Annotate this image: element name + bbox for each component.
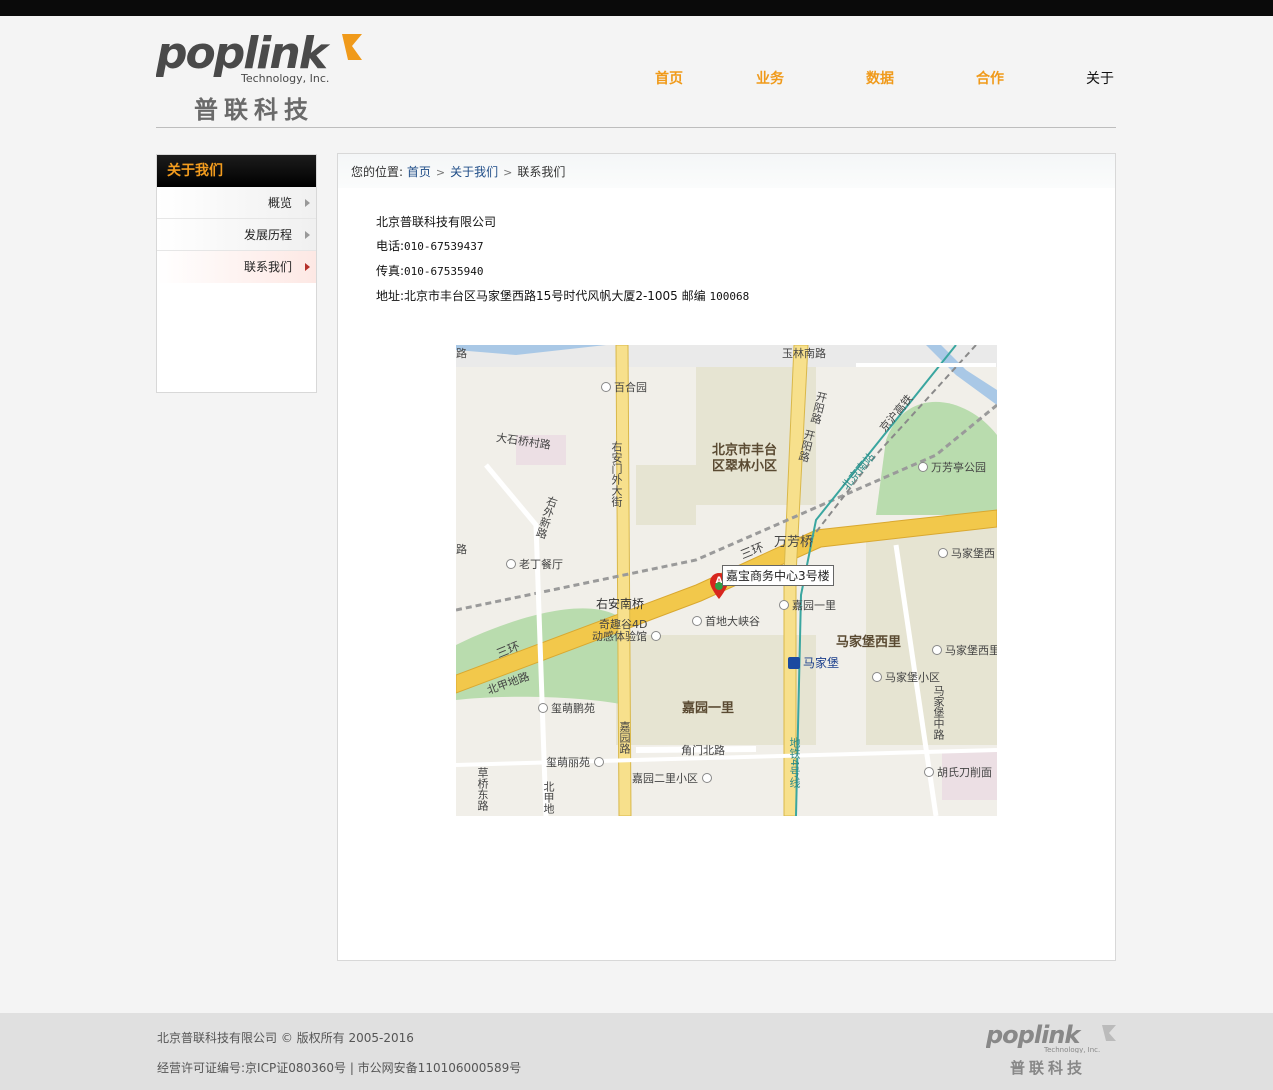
phone-number: 010-67539437	[404, 240, 484, 253]
map-label: 马家堡小区	[872, 669, 940, 685]
fax-line: 传真:010-67535940	[376, 264, 484, 278]
map-label: 右安南桥	[596, 597, 645, 611]
fax-number: 010-67535940	[404, 265, 484, 278]
address-text: 北京市丰台区马家堡西路15号时代风帆大厦2-1005	[404, 289, 678, 303]
caret-right-icon	[305, 263, 310, 271]
nav-business[interactable]: 业务	[756, 68, 784, 88]
sidebar-item-label: 发展历程	[243, 228, 292, 242]
main-content: 您的位置: 首页 > 关于我们 > 联系我们 北京普联科技有限公司 电话:010-675…	[337, 153, 1116, 961]
chevron-right-icon: >	[503, 166, 513, 179]
caret-right-icon	[305, 199, 310, 207]
poplink-logo-icon: poplink Technology, Inc.	[156, 30, 362, 85]
map-label: 路	[456, 347, 467, 360]
logo-chinese-name: 普联科技	[194, 96, 314, 124]
map-label: 嘉园二里小区	[632, 770, 715, 786]
sidebar-item-label: 联系我们	[243, 260, 292, 274]
breadcrumb: 您的位置: 首页 > 关于我们 > 联系我们	[338, 154, 1115, 188]
chevron-right-icon: >	[435, 166, 446, 179]
top-bar	[0, 0, 1273, 16]
map-label: 玉林南路	[782, 347, 826, 360]
map-label: 草桥东路	[476, 767, 489, 811]
map-label: 嘉园一里	[682, 701, 735, 716]
map-marker-label: 嘉宝商务中心3号楼	[722, 565, 834, 586]
sidebar-item-overview[interactable]: 概览	[157, 187, 316, 219]
map-label: 右安门外大街	[610, 441, 623, 507]
map-label: 动感体验馆	[592, 628, 664, 644]
nav-home[interactable]: 首页	[655, 68, 683, 88]
svg-text:Technology, Inc.: Technology, Inc.	[1043, 1046, 1100, 1053]
map-label: 地铁4号线	[788, 737, 801, 788]
nav-data[interactable]: 数据	[866, 68, 894, 88]
map-label: 胡氏刀削面	[924, 764, 992, 780]
map-label: 马家堡中路	[932, 685, 945, 740]
breadcrumb-home-link[interactable]: 首页	[407, 165, 431, 179]
logo[interactable]: poplink Technology, Inc. 普联科技	[156, 30, 366, 124]
breadcrumb-about-link[interactable]: 关于我们	[450, 165, 498, 179]
map-label: 马家堡西里	[932, 642, 997, 658]
phone-line: 电话:010-67539437	[376, 239, 484, 253]
breadcrumb-prefix: 您的位置:	[351, 165, 404, 179]
nav-cooperation[interactable]: 合作	[976, 68, 1004, 88]
map-label: 百合园	[601, 379, 647, 395]
map-label: 万芳桥	[774, 535, 814, 550]
map-label: 嘉园路	[618, 721, 631, 754]
postcode: 100068	[709, 290, 750, 303]
map-label: 角门北路	[681, 744, 725, 757]
location-map[interactable]: 百合园 玉林南路 大石桥村路 北京市丰台 区翠林小区 万芳亭公园 老丁餐厅 万芳…	[456, 345, 997, 816]
footer-logo-chinese: 普联科技	[1010, 1059, 1087, 1077]
map-label: 北甲地	[542, 781, 555, 814]
map-label: 区翠林小区	[712, 459, 778, 474]
poplink-logo-icon: poplink Technology, Inc.	[985, 1021, 1116, 1054]
map-label: 玺萌丽苑	[546, 754, 607, 770]
caret-right-icon	[305, 231, 310, 239]
footer-license: 经营许可证编号:京ICP证080360号 | 市公网安备110106000589…	[157, 1061, 522, 1075]
map-label: 马家堡西里	[836, 635, 902, 650]
map-label: 嘉园一里	[779, 597, 836, 613]
footer-copyright: 北京普联科技有限公司 © 版权所有 2005-2016	[157, 1031, 414, 1045]
svg-text:Technology, Inc.: Technology, Inc.	[240, 72, 329, 85]
nav-about[interactable]: 关于	[1086, 68, 1114, 88]
contact-info: 北京普联科技有限公司 电话:010-67539437 传真:010-675359…	[376, 210, 749, 309]
map-label: 路	[456, 543, 467, 556]
company-name: 北京普联科技有限公司	[376, 215, 497, 229]
site-header: poplink Technology, Inc. 普联科技 首页 业务 数据 合…	[156, 16, 1116, 128]
sidebar-title: 关于我们	[157, 155, 316, 187]
sidebar: 关于我们 概览 发展历程 联系我们	[156, 154, 317, 393]
site-footer: 北京普联科技有限公司 © 版权所有 2005-2016 经营许可证编号:京ICP…	[0, 1013, 1273, 1090]
subway-station-label: 马家堡	[788, 654, 839, 671]
breadcrumb-current: 联系我们	[517, 165, 566, 179]
map-label: 玺萌鹏苑	[538, 700, 595, 716]
sidebar-item-contact[interactable]: 联系我们	[157, 251, 316, 283]
sidebar-item-label: 概览	[267, 196, 292, 210]
map-label: 老丁餐厅	[506, 556, 563, 572]
sidebar-item-history[interactable]: 发展历程	[157, 219, 316, 251]
footer-logo: poplink Technology, Inc. 普联科技	[985, 1021, 1118, 1077]
map-label: 万芳亭公园	[918, 459, 986, 475]
map-label: 马家堡西	[938, 545, 995, 561]
map-label: 首地大峡谷	[692, 613, 760, 629]
address-line: 地址:北京市丰台区马家堡西路15号时代风帆大厦2-1005 邮编 100068	[376, 289, 750, 303]
